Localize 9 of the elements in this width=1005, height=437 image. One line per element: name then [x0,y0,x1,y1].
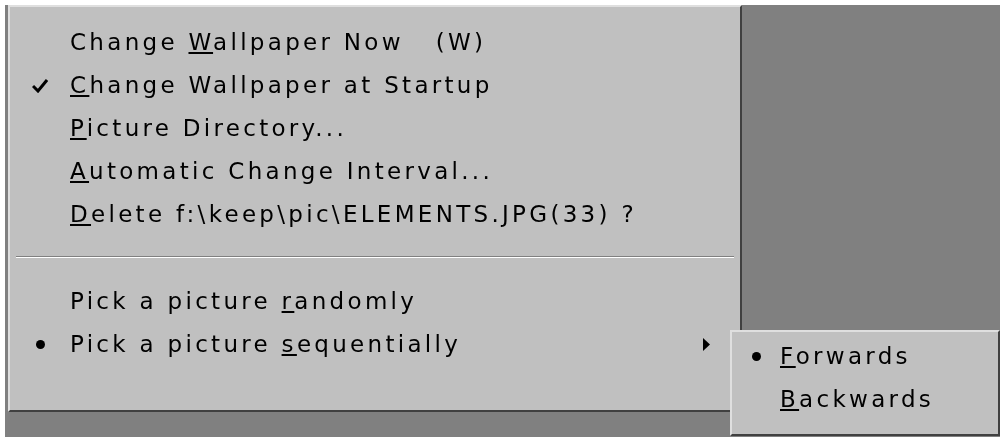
menu-item[interactable]: C hange Wallpaper at Startup [10,64,726,107]
menu-item[interactable]: F orwards [732,335,998,378]
menu-item[interactable]: P icture Directory... [10,107,726,150]
menu-item[interactable]: D elete f:\keep\pic\ELEMENTS.JPG(33) ? [10,193,726,236]
menu-item[interactable]: B ackwards [732,378,998,421]
menu-item[interactable]: Pick a picture randomly [10,280,726,323]
menu-item[interactable]: Change Wallpaper Now (W) [10,21,726,64]
menu-item[interactable]: A utomatic Change Interval... [10,150,726,193]
menu-item[interactable]: Pick a picture s equentially [10,323,726,366]
